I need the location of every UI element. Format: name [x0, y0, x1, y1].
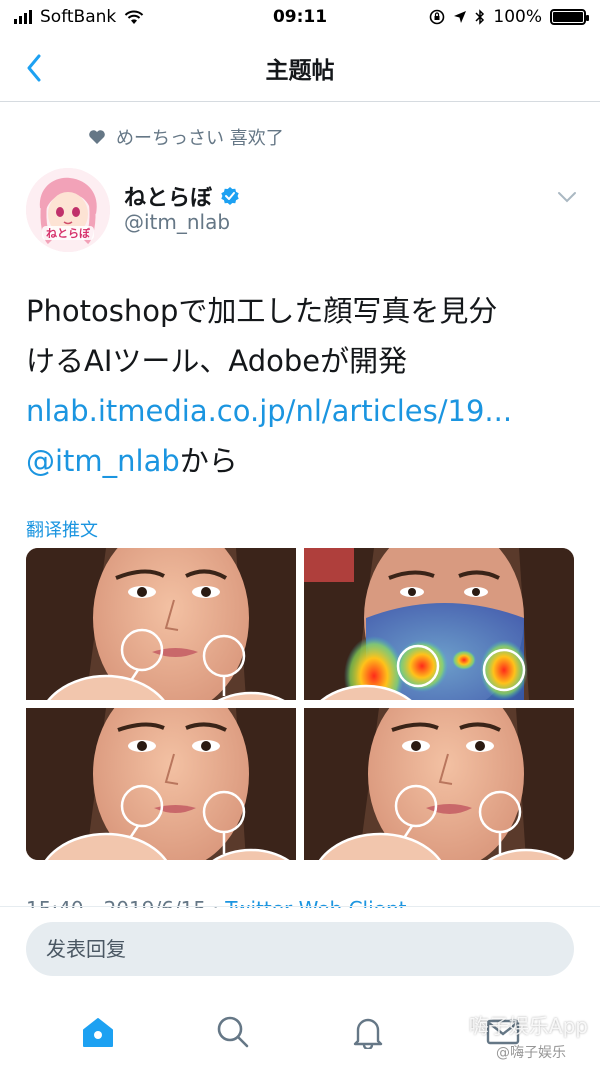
heart-icon: [89, 130, 105, 144]
signal-icon: [14, 10, 32, 24]
author-name: ねとらぼ: [124, 186, 213, 211]
chevron-down-icon: [558, 192, 576, 203]
status-left: SoftBank: [14, 7, 144, 27]
tweet-image-3[interactable]: [26, 708, 296, 860]
home-icon: [82, 1017, 113, 1047]
nav-bar: 主题帖: [0, 34, 600, 102]
translate-tweet-link[interactable]: 翻译推文: [26, 516, 98, 542]
watermark-app: 嗨子娱乐App: [468, 1014, 588, 1038]
tweet-mention-row: @itm_nlabから: [26, 436, 586, 486]
tweet-text-line-2: けるAIツール、Adobeが開発: [26, 344, 408, 378]
avatar-illustration: ねとらぼ: [26, 168, 110, 252]
author-name-row[interactable]: ねとらぼ: [124, 180, 240, 212]
tweet-image-1[interactable]: [26, 548, 296, 700]
tab-search[interactable]: [203, 1002, 263, 1062]
watermark-account: @嗨子娱乐: [496, 1045, 566, 1061]
tweet-image-4[interactable]: [304, 708, 574, 860]
chevron-left-icon: [27, 54, 41, 82]
rotation-lock-icon: [430, 9, 445, 25]
social-context[interactable]: めーちっさい 喜欢了: [88, 124, 284, 150]
tweet-text-line-1: Photoshopで加工した顔写真を見分: [26, 294, 498, 328]
bell-icon: [353, 1018, 382, 1049]
battery-percent: 100%: [493, 7, 542, 27]
carrier-label: SoftBank: [40, 7, 117, 27]
tweet-image-2[interactable]: [304, 548, 574, 700]
tab-home[interactable]: [68, 1002, 128, 1062]
search-icon: [217, 1016, 248, 1047]
tab-notifications[interactable]: [338, 1002, 398, 1062]
verified-badge-icon: [221, 187, 239, 205]
wifi-icon: [125, 10, 144, 24]
divider: [0, 906, 600, 907]
back-button[interactable]: [16, 50, 52, 86]
status-bar: SoftBank 09:11 100%: [0, 0, 600, 34]
avatar-logo-text: ねとらぼ: [46, 227, 91, 240]
social-context-label: めーちっさい 喜欢了: [116, 128, 284, 149]
tweet-image-grid: [26, 548, 574, 860]
avatar[interactable]: ねとらぼ: [26, 168, 110, 252]
location-icon: [454, 11, 467, 23]
author-handle[interactable]: @itm_nlab: [124, 210, 230, 234]
tweet-link[interactable]: nlab.itmedia.co.jp/nl/articles/19...: [26, 386, 586, 436]
tweet-options-button[interactable]: [552, 182, 582, 212]
tweet-mention[interactable]: @itm_nlab: [26, 444, 180, 478]
reply-input[interactable]: [26, 922, 574, 976]
tweet-text: Photoshopで加工した顔写真を見分 けるAIツール、Adobeが開発 nl…: [26, 286, 586, 486]
status-right: 100%: [429, 7, 589, 27]
battery-icon: [550, 9, 589, 25]
bluetooth-icon: [475, 9, 485, 25]
battery-fill: [553, 12, 583, 22]
status-time: 09:11: [272, 7, 328, 27]
page-title: 主题帖: [265, 57, 335, 84]
tweet-mention-suffix: から: [179, 444, 238, 478]
